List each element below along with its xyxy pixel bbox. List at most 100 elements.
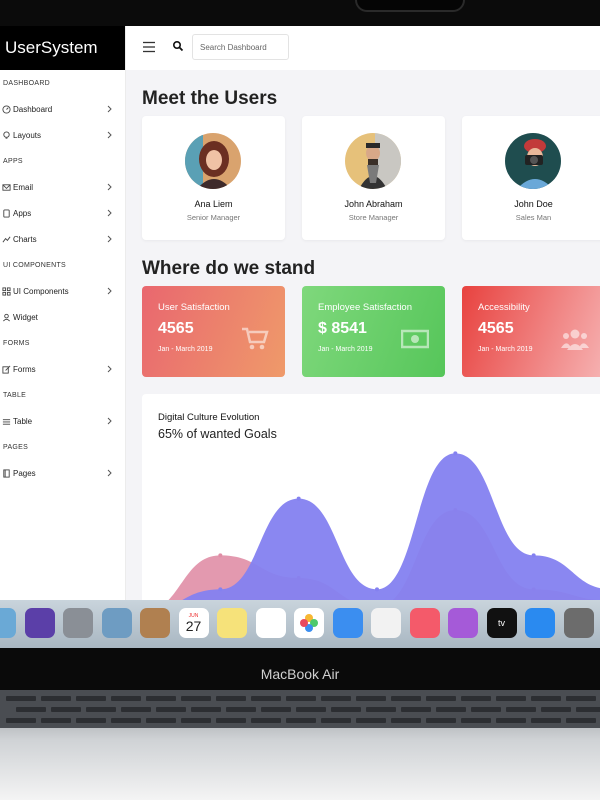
stat-value: $ 8541 (318, 320, 367, 337)
chart-card: Digital Culture Evolution 65% of wanted … (142, 394, 600, 600)
dock-app-system-preferences[interactable] (563, 608, 594, 638)
sidebar-item-pages[interactable]: Pages (0, 460, 125, 486)
keyboard-key (261, 707, 291, 712)
dock-app-finder[interactable] (0, 608, 16, 638)
keyboard-key (286, 718, 316, 723)
stat-card-user-satisfaction[interactable]: User Satisfaction 4565 Jan - March 2019 (142, 286, 285, 377)
data-point (531, 553, 536, 558)
chevron-right-icon (107, 131, 112, 139)
user-name: John Abraham (344, 199, 403, 209)
chevron-right-icon (107, 365, 112, 373)
sidebar-item-charts[interactable]: Charts (0, 226, 125, 252)
keyboard-key (146, 718, 176, 723)
sidebar-item-label: Layouts (13, 130, 42, 140)
dock-app-photos[interactable] (294, 608, 324, 638)
data-point (218, 587, 223, 592)
keyboard-key (366, 707, 396, 712)
stat-value: 4565 (478, 320, 514, 337)
keyboard-key (181, 718, 211, 723)
money-icon (401, 329, 429, 349)
dock-app-podcasts[interactable] (448, 608, 478, 638)
keyboard-key (426, 718, 456, 723)
keyboard-key (531, 696, 561, 701)
keyboard-key (566, 696, 596, 701)
sidebar-item-widget[interactable]: Widget (0, 304, 125, 330)
brand-logo[interactable]: UserSystem (0, 26, 125, 70)
sidebar-item-table[interactable]: Table (0, 408, 125, 434)
data-point (296, 496, 301, 501)
sidebar-item-layouts[interactable]: Layouts (0, 122, 125, 148)
keyboard-key (566, 718, 596, 723)
laptop-keyboard (0, 690, 600, 800)
keyboard-key (76, 718, 106, 723)
keyboard-key (436, 707, 466, 712)
keyboard-key (6, 696, 36, 701)
keyboard-key (401, 707, 431, 712)
users-section-title: Meet the Users (142, 88, 278, 109)
dock-app-messages[interactable] (332, 608, 363, 638)
keyboard-key (216, 718, 246, 723)
hamburger-menu-icon[interactable] (142, 41, 156, 53)
keyboard-key (576, 707, 600, 712)
stat-period: Jan - March 2019 (478, 346, 533, 353)
keyboard-key (41, 696, 71, 701)
dock-app-siri[interactable] (24, 608, 55, 638)
dock-app-preview[interactable] (101, 608, 132, 638)
stat-title: Employee Satisfaction (318, 302, 412, 313)
keyboard-key (531, 718, 561, 723)
sidebar-item-dashboard[interactable]: Dashboard (0, 96, 125, 122)
keyboard-key (41, 718, 71, 723)
dock-app-news[interactable] (371, 608, 401, 638)
keyboard-key (391, 696, 421, 701)
stat-card-accessibility[interactable]: Accessibility 4565 Jan - March 2019 (462, 286, 600, 377)
user-card[interactable]: John Doe Sales Man (462, 116, 600, 240)
top-bar (126, 26, 600, 70)
keyboard-key (86, 707, 116, 712)
section-ui-components: UI COMPONENTS (3, 261, 67, 269)
dock-app-calendar[interactable]: JUN 27 (178, 608, 209, 638)
user-card[interactable]: Ana Liem Senior Manager (142, 116, 285, 240)
line-chart-icon (0, 233, 12, 245)
data-point (453, 451, 458, 456)
keyboard-key (216, 696, 246, 701)
edit-icon (0, 363, 12, 375)
area-chart (168, 451, 600, 600)
dock-app-music[interactable] (409, 608, 440, 638)
keyboard-key (506, 707, 536, 712)
sidebar-item-email[interactable]: Email (0, 174, 125, 200)
user-widget-icon (0, 311, 12, 323)
keyboard-key (111, 718, 141, 723)
sidebar-item-ui-components[interactable]: UI Components (0, 278, 125, 304)
dock-app-reminders[interactable] (255, 608, 286, 638)
sidebar-item-apps[interactable]: Apps (0, 200, 125, 226)
dock-app-notes[interactable] (217, 608, 247, 638)
keyboard-key (471, 707, 501, 712)
keyboard-key (391, 718, 421, 723)
sidebar-item-label: Charts (13, 234, 37, 244)
keyboard-key (496, 696, 526, 701)
keyboard-key (6, 718, 36, 723)
dock-app-tv[interactable]: tv (486, 608, 517, 638)
keyboard-key (321, 696, 351, 701)
chevron-right-icon (107, 183, 112, 191)
sidebar-item-forms[interactable]: Forms (0, 356, 125, 382)
pages-icon (0, 467, 12, 479)
keyboard-key (181, 696, 211, 701)
user-card[interactable]: John Abraham Store Manager (302, 116, 445, 240)
keyboard-key (461, 718, 491, 723)
search-input[interactable] (192, 34, 289, 60)
data-point (218, 553, 223, 558)
keyboard-key (191, 707, 221, 712)
dock-app-app-store[interactable] (525, 608, 555, 638)
sidebar-item-label: UI Components (13, 286, 69, 296)
stat-period: Jan - March 2019 (318, 346, 373, 353)
keyboard-key (251, 718, 281, 723)
calendar-day: 27 (185, 618, 202, 634)
stat-title: Accessibility (478, 302, 530, 313)
search-icon[interactable] (172, 40, 184, 52)
user-name: John Doe (514, 199, 553, 209)
keyboard-key (156, 707, 186, 712)
dock-app-launchpad[interactable] (63, 608, 93, 638)
stat-card-employee-satisfaction[interactable]: Employee Satisfaction $ 8541 Jan - March… (302, 286, 445, 377)
dock-app-contacts[interactable] (140, 608, 170, 638)
